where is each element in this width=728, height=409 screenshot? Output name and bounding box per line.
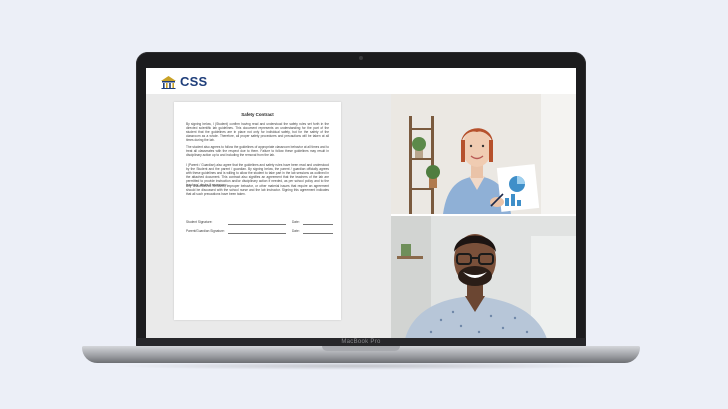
laptop-screen: CSS Safety Contract By signing below, I … xyxy=(146,68,576,339)
document-paragraph: The student also agrees to follow the gu… xyxy=(186,145,329,158)
device-brand-label: MacBook Pro xyxy=(341,339,381,345)
man-smiling-video-icon xyxy=(391,216,576,339)
date-label: Date: xyxy=(292,229,300,233)
document-page: Safety Contract By signing below, I (Stu… xyxy=(174,102,341,320)
student-signature-row: Student Signature: Date: xyxy=(186,220,336,226)
date-line[interactable] xyxy=(303,233,333,234)
date-label: Date: xyxy=(292,220,300,224)
date-line[interactable] xyxy=(303,224,333,225)
video-tile-participant-2[interactable] xyxy=(391,216,576,339)
building-logo-icon xyxy=(161,76,176,89)
app-header: CSS xyxy=(146,68,576,94)
app-logo[interactable]: CSS xyxy=(160,74,207,90)
logo-text: CSS xyxy=(180,74,208,89)
document-viewer[interactable]: Safety Contract By signing below, I (Stu… xyxy=(146,94,391,339)
woman-presenter-video-icon xyxy=(391,94,576,214)
laptop-shadow xyxy=(110,362,610,370)
guardian-signature-row: Parent/Guardian Signature: Date: xyxy=(186,229,336,235)
video-tile-participant-1[interactable] xyxy=(391,94,576,214)
signature-label: Parent/Guardian Signature: xyxy=(186,229,225,233)
signature-label: Student Signature: xyxy=(186,220,213,224)
document-paragraph: By signing below, I (Student) confirm ha… xyxy=(186,122,329,143)
laptop-notch xyxy=(322,346,400,351)
document-title: Safety Contract xyxy=(241,112,274,117)
laptop-base xyxy=(82,346,640,363)
signature-line[interactable] xyxy=(228,224,286,225)
document-paragraph: Any unauthorized behavior, improper beha… xyxy=(186,184,329,197)
camera-icon xyxy=(359,56,363,60)
signature-line[interactable] xyxy=(228,233,286,234)
